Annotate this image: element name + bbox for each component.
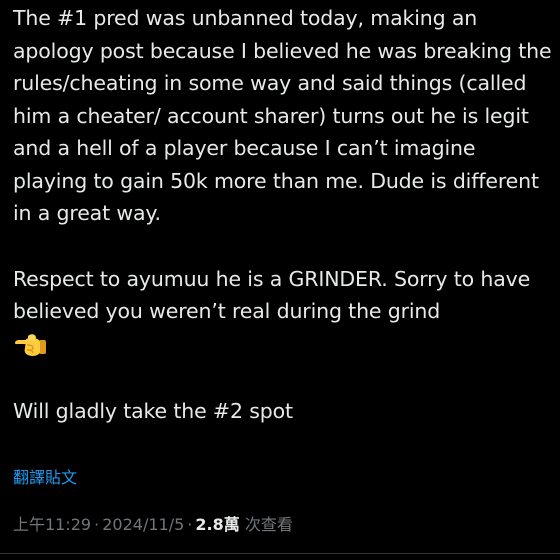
translate-post-link[interactable]: 翻譯貼文 bbox=[13, 467, 77, 489]
divider bbox=[0, 553, 560, 554]
tweet-paragraph-1: The #1 pred was unbanned today, making a… bbox=[13, 6, 552, 225]
meta-separator: · bbox=[94, 515, 100, 534]
tweet-paragraph-3: Will gladly take the #2 spot bbox=[13, 398, 293, 423]
meta-separator: · bbox=[187, 515, 193, 534]
tweet-paragraph-2: Respect to ayumuu he is a GRINDER. Sorry… bbox=[13, 266, 531, 324]
post-metadata: 上午11:29 · 2024/11/5 · 2.8萬 次查看 bbox=[13, 513, 293, 537]
post-time[interactable]: 上午11:29 bbox=[13, 515, 91, 534]
tweet-detail: The #1 pred was unbanned today, making a… bbox=[0, 0, 560, 560]
views-count[interactable]: 2.8萬 bbox=[195, 515, 239, 534]
backhand-index-pointing-left-emoji bbox=[15, 333, 46, 356]
views-label: 次查看 bbox=[244, 515, 293, 534]
tweet-text: The #1 pred was unbanned today, making a… bbox=[13, 2, 553, 427]
post-date[interactable]: 2024/11/5 bbox=[102, 515, 184, 534]
